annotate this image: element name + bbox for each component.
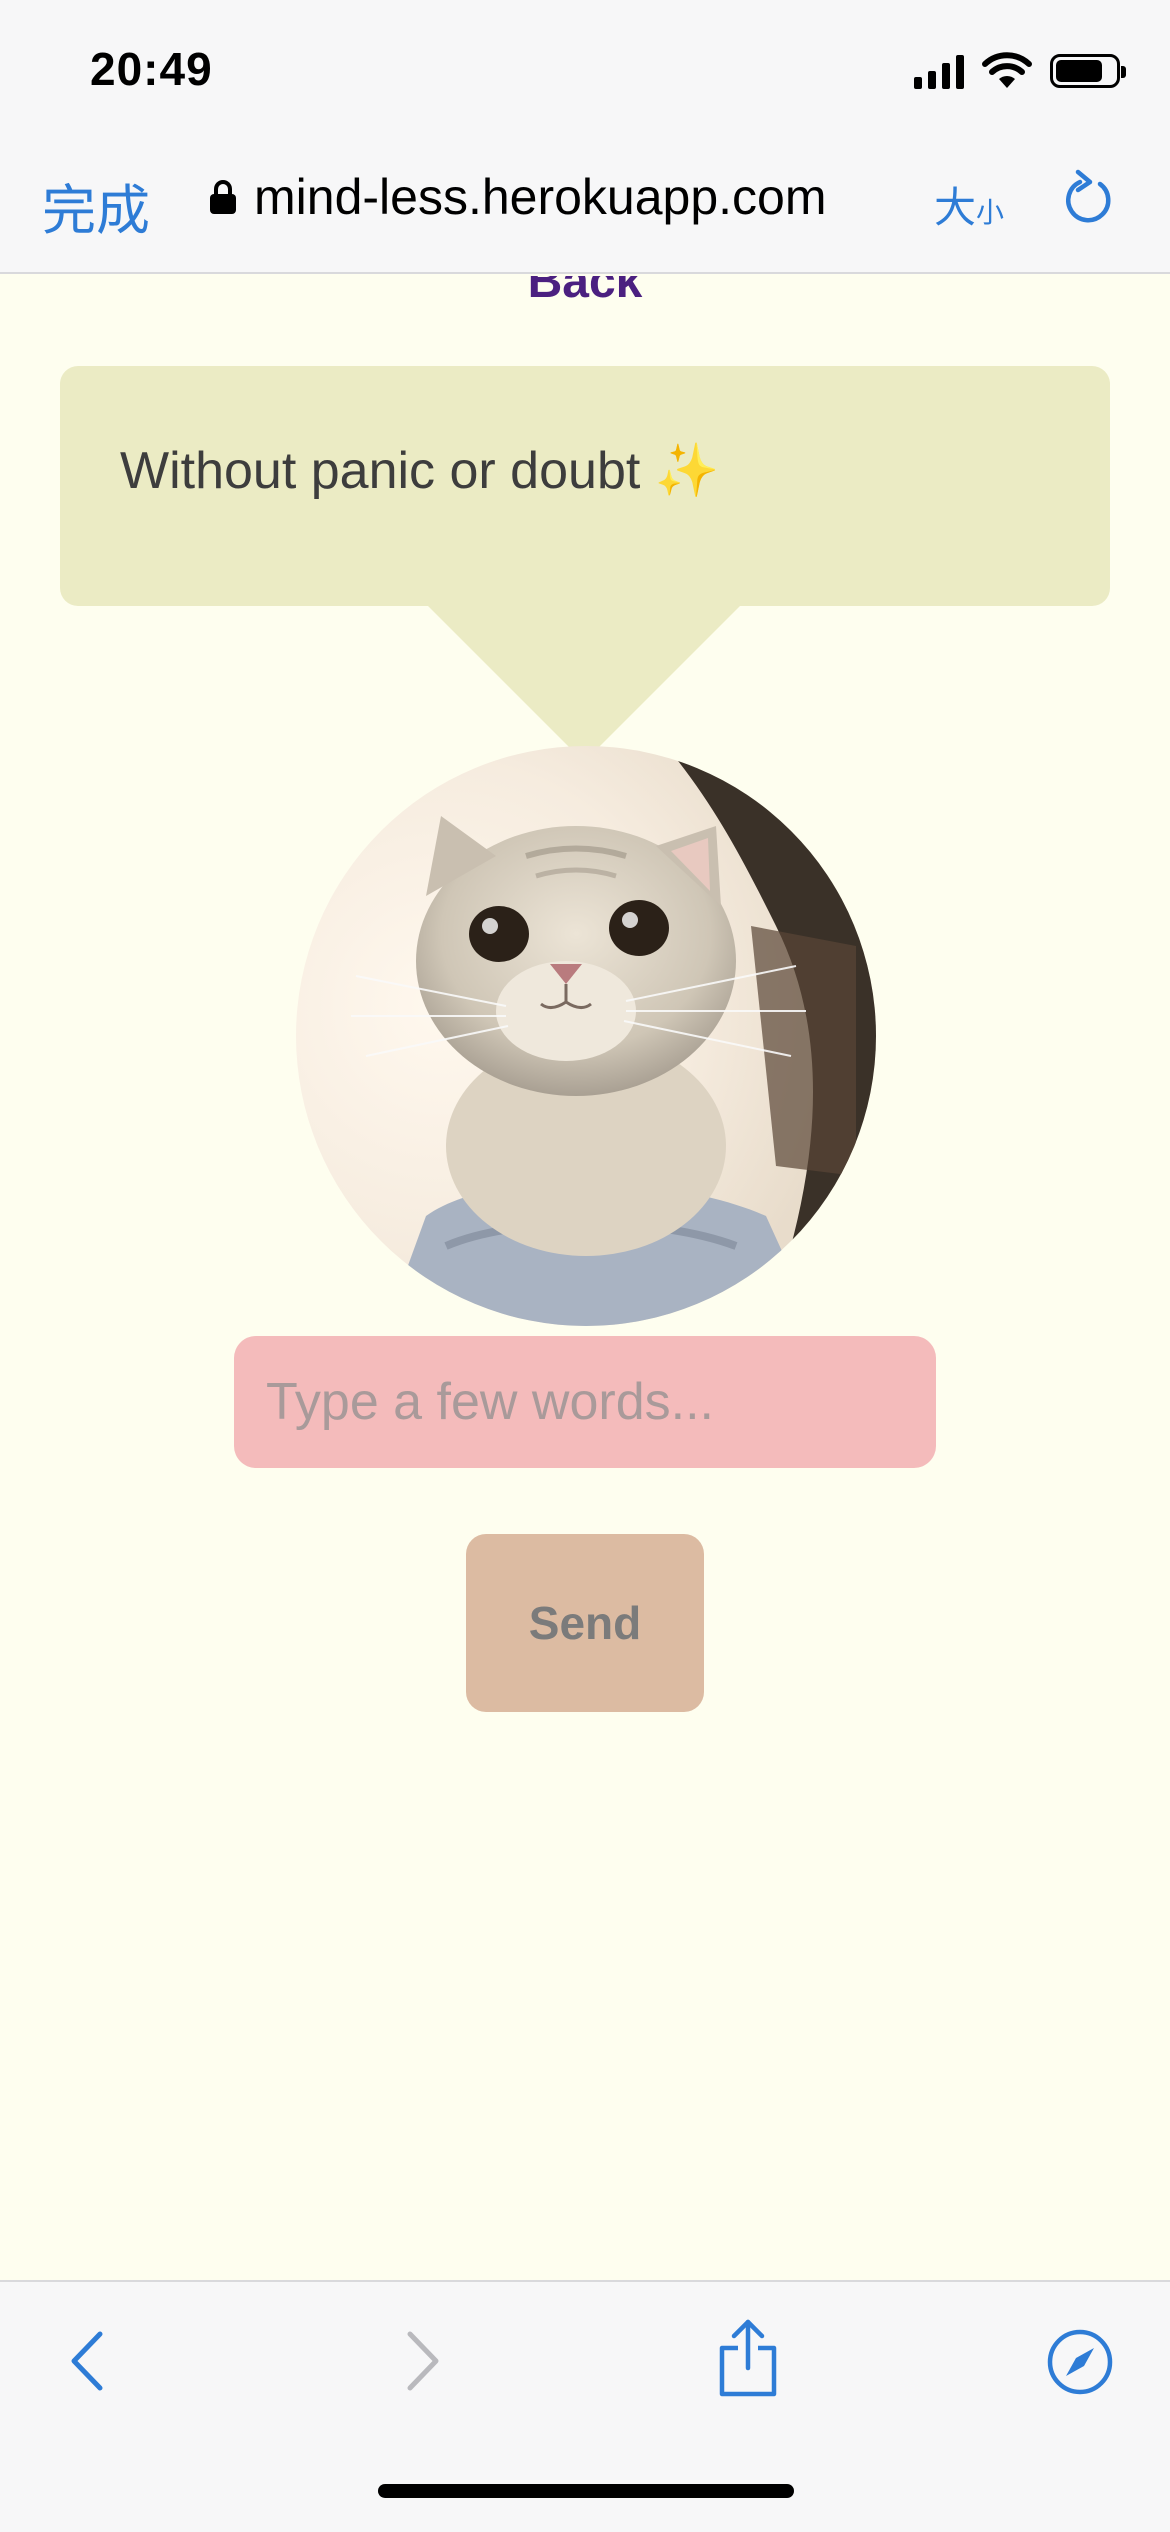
message-input[interactable] [234, 1336, 936, 1468]
speech-bubble-tail [428, 606, 740, 762]
lock-icon [210, 180, 236, 214]
url-text: mind-less.herokuapp.com [254, 169, 827, 225]
speech-bubble: Without panic or doubt ✨ [60, 366, 1110, 606]
compass-icon[interactable] [1046, 2328, 1114, 2396]
text-size-button[interactable]: 大小 [934, 174, 1004, 235]
done-button[interactable]: 完成 [42, 166, 150, 245]
home-indicator [378, 2484, 794, 2498]
back-arrow-icon[interactable] [62, 2326, 112, 2396]
cat-avatar [296, 746, 876, 1326]
share-icon[interactable] [716, 2318, 780, 2398]
web-page: Back Without panic or doubt ✨ Type a few… [0, 276, 1170, 2280]
back-link[interactable]: Back [0, 276, 1170, 309]
send-button[interactable]: Send [466, 1534, 704, 1712]
wifi-icon [982, 52, 1032, 88]
browser-top-bar: 20:49 完成 mind-less.herokuapp.com 大小 [0, 0, 1170, 274]
status-icons [914, 52, 1126, 90]
status-time: 20:49 [90, 43, 213, 95]
reload-icon[interactable] [1062, 168, 1116, 228]
cellular-signal-icon [914, 53, 964, 89]
address-bar[interactable]: mind-less.herokuapp.com [210, 168, 827, 226]
text-size-small-label: 小 [976, 196, 1005, 229]
battery-icon [1050, 54, 1126, 88]
text-size-big-label: 大 [934, 183, 977, 232]
cat-icon [296, 746, 876, 1326]
bubble-text: Without panic or doubt ✨ [120, 442, 720, 500]
forward-arrow-icon[interactable] [398, 2326, 448, 2396]
